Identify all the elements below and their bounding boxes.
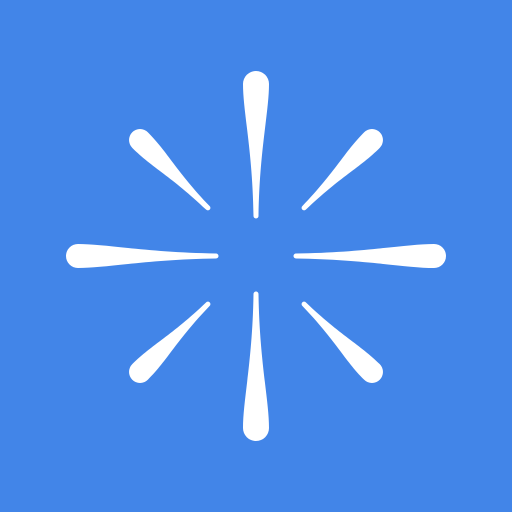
app-icon — [0, 0, 512, 512]
burst-logo-icon — [0, 0, 512, 512]
